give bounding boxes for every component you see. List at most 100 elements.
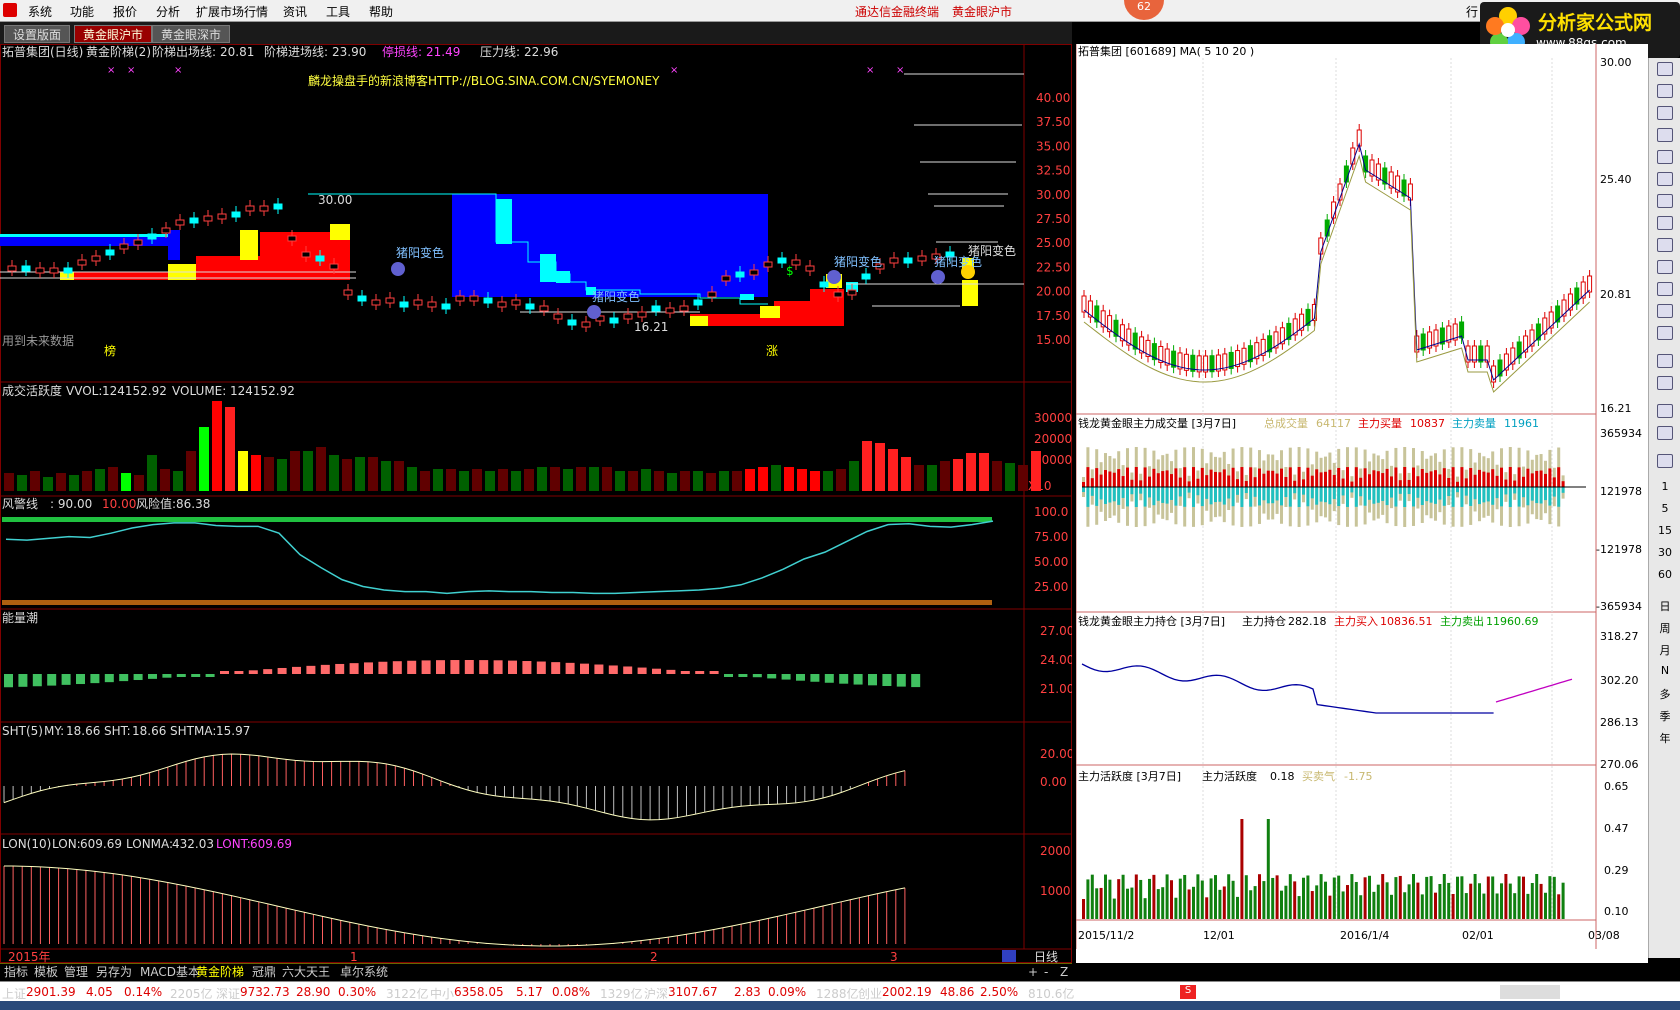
notes-icon[interactable]	[1657, 238, 1673, 252]
candle-body	[637, 311, 647, 318]
exit-line-label: 阶梯出场线:	[152, 45, 216, 59]
period-1min[interactable]: 1	[1649, 480, 1680, 493]
tray-icons[interactable]	[1500, 985, 1560, 999]
list-icon[interactable]	[1657, 128, 1673, 142]
pencil-icon[interactable]	[1657, 426, 1673, 440]
menu-function[interactable]: 功能	[70, 3, 94, 20]
btab-manage[interactable]: 管理	[64, 965, 88, 980]
tab-gold-eye-sh[interactable]: 黄金眼沪市	[74, 25, 153, 43]
gem-pct: 2.50%	[980, 985, 1019, 999]
sh-name[interactable]: 上证	[2, 985, 26, 1002]
tab-gold-eye-sz[interactable]: 黄金眼深市	[152, 25, 231, 43]
arrow-down-icon[interactable]	[1657, 84, 1673, 98]
activity-bar	[1236, 896, 1239, 919]
rvol-buy	[1310, 475, 1314, 487]
btab-six-kings[interactable]: 六大天王	[282, 965, 330, 980]
activity-bar	[1350, 874, 1354, 919]
zoom-in-button[interactable]: +	[1028, 965, 1038, 980]
btab-template[interactable]: 模板	[34, 965, 58, 980]
volume-bar	[95, 469, 105, 491]
rvol-buy	[1196, 478, 1200, 487]
menu-quote[interactable]: 报价	[113, 3, 137, 20]
period-60min[interactable]: 60	[1649, 568, 1680, 581]
menu-analysis[interactable]: 分析	[156, 3, 180, 20]
period-month[interactable]: 月	[1649, 642, 1680, 658]
sync-icon[interactable]	[1657, 454, 1673, 468]
rvol-sell	[1328, 487, 1332, 505]
candle-body	[847, 289, 857, 296]
chart-icon[interactable]	[1657, 150, 1673, 164]
rvol-sell	[1372, 487, 1376, 504]
btab-gold-ladder[interactable]: 黄金阶梯	[196, 965, 244, 980]
period-year[interactable]: 年	[1649, 730, 1680, 746]
volume-bar	[186, 451, 196, 491]
sz-name[interactable]: 深证	[216, 985, 240, 1002]
float-badge[interactable]: 62	[1124, 0, 1164, 20]
rvol-buy	[1561, 481, 1565, 487]
sht-ytick-1: 20.00	[1040, 747, 1072, 761]
mainvol-ytick-2: 121978	[1600, 485, 1642, 498]
grid-icon[interactable]	[1657, 354, 1673, 368]
sogou-icon[interactable]: S	[1180, 985, 1196, 999]
rvol-sell	[1456, 487, 1459, 493]
btab-guanding[interactable]: 冠鼎	[252, 965, 276, 980]
left-chart-area[interactable]: 拓普集团(日线) 黄金阶梯(2) 阶梯出场线: 20.81 阶梯进场线: 23.…	[0, 44, 1072, 963]
zoom-z-button[interactable]: Z	[1060, 965, 1068, 980]
period-15min[interactable]: 15	[1649, 524, 1680, 537]
menu-news[interactable]: 资讯	[283, 3, 307, 20]
menu-help[interactable]: 帮助	[369, 3, 393, 20]
menu-hang[interactable]: 行	[1466, 3, 1478, 20]
period-quarter[interactable]: 季	[1649, 708, 1680, 724]
rvol-buy	[1359, 477, 1363, 487]
search-icon[interactable]	[1657, 326, 1673, 340]
rvol-buy	[1350, 481, 1354, 487]
rvol-sell	[1368, 487, 1371, 500]
gem-name[interactable]: 创业	[858, 985, 882, 1002]
activity-bar	[1508, 883, 1512, 919]
volume-bar	[4, 473, 14, 491]
candle-body	[371, 299, 381, 306]
main-ytick: 27.50	[1036, 212, 1070, 226]
rvol-buy	[1478, 469, 1481, 487]
bar-icon[interactable]	[1657, 172, 1673, 186]
period-5min[interactable]: 5	[1649, 502, 1680, 515]
period-label[interactable]: 日线	[1034, 950, 1058, 963]
rvol-sell	[1165, 487, 1169, 504]
rvol-sell	[1552, 487, 1556, 497]
menu-tools[interactable]: 工具	[326, 3, 350, 20]
formula-icon[interactable]	[1657, 304, 1673, 318]
layout-icon[interactable]	[1657, 106, 1673, 120]
sme-name[interactable]: 中小	[430, 985, 454, 1002]
period-30min[interactable]: 30	[1649, 546, 1680, 559]
volume-bar	[784, 467, 794, 491]
menu-system[interactable]: 系统	[28, 3, 52, 20]
scroll-thumb[interactable]	[1002, 950, 1016, 962]
percent-icon[interactable]	[1657, 376, 1673, 390]
period-n[interactable]: N	[1649, 664, 1680, 677]
rvol-sell	[1214, 487, 1217, 503]
rvol-sell	[1187, 487, 1191, 493]
btab-indicator[interactable]: 指标	[4, 965, 28, 980]
btab-zhuoer[interactable]: 卓尔系统	[340, 965, 388, 980]
zoom-out-button[interactable]: -	[1044, 965, 1048, 980]
tab-settings-layout[interactable]: 设置版面	[4, 25, 71, 43]
f10-icon[interactable]	[1657, 216, 1673, 230]
btab-save-as[interactable]: 另存为	[96, 965, 132, 980]
right-chart-area[interactable]: 拓普集团 [601689] MA( 5 10 20 ) 30.00 25.40 …	[1076, 44, 1648, 963]
rvol-buy	[1451, 467, 1455, 487]
arrow-up-icon[interactable]	[1657, 62, 1673, 76]
fiz-icon[interactable]	[1657, 282, 1673, 296]
money-icon[interactable]	[1657, 260, 1673, 274]
rvol-buy	[1447, 477, 1451, 487]
btab-macd[interactable]: MACD基本	[140, 965, 200, 980]
export-icon[interactable]	[1657, 404, 1673, 418]
period-week[interactable]: 周	[1649, 620, 1680, 636]
period-multi[interactable]: 多	[1649, 686, 1680, 702]
period-day[interactable]: 日	[1649, 598, 1680, 614]
volume-bar	[537, 467, 547, 491]
hs-name[interactable]: 沪深	[644, 985, 668, 1002]
energy-bar	[896, 674, 906, 687]
table-icon[interactable]	[1657, 194, 1673, 208]
menu-ext-market[interactable]: 扩展市场行情	[196, 3, 268, 20]
energy-bar	[652, 668, 661, 674]
